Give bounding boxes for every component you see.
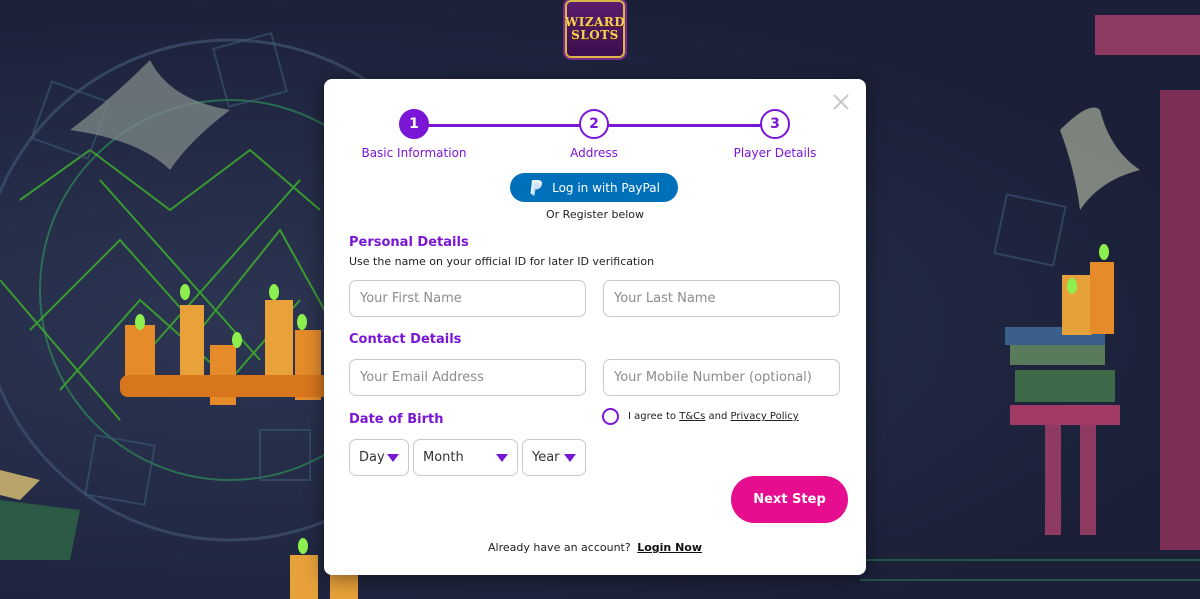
dob-year-value: Year <box>532 450 560 465</box>
paypal-button-label: Log in with PayPal <box>552 180 660 195</box>
paypal-icon <box>530 179 543 195</box>
mobile-number-input[interactable] <box>603 359 840 396</box>
personal-details-subtitle: Use the name on your official ID for lat… <box>349 255 655 268</box>
first-name-input[interactable] <box>349 280 586 317</box>
registration-stepper: 1 Basic Information 2 Address 3 Player D… <box>324 109 866 169</box>
login-now-link[interactable]: Login Now <box>637 541 702 554</box>
terms-agreement: I agree to T&Cs and Privacy Policy <box>602 408 799 425</box>
step-label: Basic Information <box>361 146 467 160</box>
last-name-input[interactable] <box>603 280 840 317</box>
date-of-birth-heading: Date of Birth <box>349 412 444 427</box>
privacy-policy-link[interactable]: Privacy Policy <box>731 411 799 422</box>
step-number: 1 <box>399 109 429 139</box>
step-basic-information: 1 Basic Information <box>344 109 484 160</box>
site-logo: WIZARD SLOTS <box>565 0 625 58</box>
step-player-details: 3 Player Details <box>705 109 845 160</box>
step-label: Address <box>570 146 618 160</box>
dob-day-value: Day <box>359 450 385 465</box>
step-number: 3 <box>760 109 790 139</box>
tcs-link[interactable]: T&Cs <box>679 411 705 422</box>
chevron-down-icon <box>564 453 576 462</box>
login-prompt: Already have an account? Login Now <box>324 541 866 554</box>
terms-prefix: I agree to <box>628 411 677 422</box>
chevron-down-icon <box>496 453 508 462</box>
contact-details-heading: Contact Details <box>349 332 462 347</box>
dob-year-select[interactable]: Year <box>522 439 586 476</box>
dob-month-select[interactable]: Month <box>413 439 518 476</box>
terms-and-text: and <box>708 411 728 422</box>
terms-agreement-text: I agree to T&Cs and Privacy Policy <box>628 411 799 422</box>
email-input[interactable] <box>349 359 586 396</box>
step-number: 2 <box>579 109 609 139</box>
terms-agree-radio[interactable] <box>602 408 619 425</box>
next-step-button[interactable]: Next Step <box>731 476 848 523</box>
chevron-down-icon <box>387 453 399 462</box>
or-register-text: Or Register below <box>546 208 644 221</box>
paypal-login-button[interactable]: Log in with PayPal <box>510 173 678 202</box>
step-label: Player Details <box>733 146 817 160</box>
registration-modal: 1 Basic Information 2 Address 3 Player D… <box>324 79 866 575</box>
personal-details-heading: Personal Details <box>349 235 469 250</box>
dob-month-value: Month <box>423 450 464 465</box>
dob-day-select[interactable]: Day <box>349 439 409 476</box>
login-prompt-text: Already have an account? <box>487 541 631 554</box>
logo-text-line-2: SLOTS <box>571 28 619 42</box>
step-address: 2 Address <box>524 109 664 160</box>
